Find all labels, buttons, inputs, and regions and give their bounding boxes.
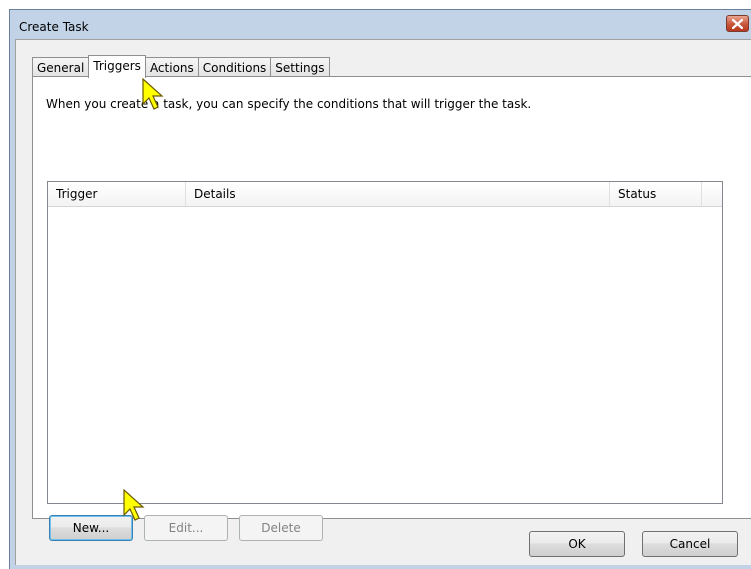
new-button-label: New... <box>72 521 110 535</box>
window-title: Create Task <box>19 20 89 34</box>
column-header-filler <box>702 182 722 206</box>
column-header-trigger[interactable]: Trigger <box>48 182 186 206</box>
tab-settings[interactable]: Settings <box>270 57 330 77</box>
triggers-tab-panel: When you create a task, you can specify … <box>32 76 751 541</box>
tab-general[interactable]: General <box>32 57 90 77</box>
column-header-status[interactable]: Status <box>610 182 702 206</box>
delete-trigger-button[interactable]: Delete <box>239 515 323 541</box>
cancel-button[interactable]: Cancel <box>642 531 738 557</box>
triggers-list[interactable]: Trigger Details Status <box>47 181 723 504</box>
close-button[interactable] <box>726 15 749 32</box>
column-header-details[interactable]: Details <box>186 182 610 206</box>
ok-button[interactable]: OK <box>529 531 625 557</box>
edit-button-label: Edit... <box>168 521 204 535</box>
triggers-description: When you create a task, you can specify … <box>46 97 532 111</box>
create-task-window: Create Task General Triggers Actions Con… <box>9 9 751 569</box>
tab-conditions[interactable]: Conditions <box>197 57 272 77</box>
tab-actions[interactable]: Actions <box>144 57 199 77</box>
tab-strip: General Triggers Actions Conditions Sett… <box>32 55 330 78</box>
dialog-client-area: General Triggers Actions Conditions Sett… <box>15 39 751 565</box>
close-icon <box>732 18 743 29</box>
new-trigger-button[interactable]: New... <box>49 515 133 541</box>
delete-button-label: Delete <box>261 521 301 535</box>
triggers-list-header: Trigger Details Status <box>48 182 722 207</box>
tab-triggers[interactable]: Triggers <box>88 55 146 78</box>
edit-trigger-button[interactable]: Edit... <box>144 515 228 541</box>
